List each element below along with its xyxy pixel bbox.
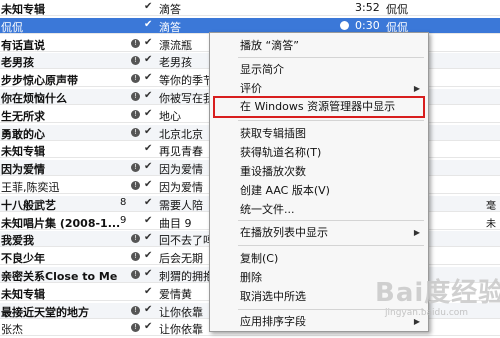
duration-cell: 0:30 xyxy=(355,18,380,32)
album-cell: 老男孩 xyxy=(1,56,34,70)
checkmark-icon[interactable]: ✔ xyxy=(144,304,152,315)
menu-item-label: 复制(C) xyxy=(240,252,279,265)
menu-item-get-artwork[interactable]: 获取专辑插图 xyxy=(210,125,428,143)
checkmark-icon[interactable]: ✔ xyxy=(144,197,152,208)
menu-item-label: 播放 “滴答” xyxy=(240,39,299,52)
menu-item-label: 显示简介 xyxy=(240,63,284,76)
info-circle-icon: ! xyxy=(131,181,140,190)
album-cell: 未知唱片集 (2008-1... xyxy=(1,216,121,230)
checkmark-icon[interactable]: ✔ xyxy=(144,1,152,12)
menu-separator xyxy=(238,220,424,221)
album-cell: 未知专辑 xyxy=(1,287,45,301)
info-circle-icon: ! xyxy=(131,74,140,84)
checkmark-icon[interactable]: ✔ xyxy=(144,19,152,30)
highlight-box xyxy=(213,96,425,118)
menu-item-label: 获取专辑插图 xyxy=(240,127,306,140)
checkmark-icon[interactable]: ✔ xyxy=(144,321,152,332)
album-cell: 步步惊心原声带 xyxy=(1,74,78,88)
artist-cell: 侃侃 xyxy=(386,3,408,16)
info-circle-icon: ! xyxy=(131,252,140,262)
checkmark-icon[interactable]: ✔ xyxy=(144,37,152,48)
menu-item-get-info[interactable]: 显示简介 xyxy=(210,61,428,79)
info-circle-icon: ! xyxy=(131,56,140,66)
watermark-url: jingyan.baidu.com xyxy=(385,308,469,318)
album-cell: 因为爱情 xyxy=(1,163,45,177)
menu-item-label: 删除 xyxy=(240,271,262,284)
duration-cell: 3:52 xyxy=(355,1,380,14)
album-cell: 勇敢的心 xyxy=(1,127,45,141)
album-cell: 亲密关系Close to Me xyxy=(1,270,118,283)
menu-item-show-in-playlist[interactable]: 在播放列表中显示 ▶ xyxy=(210,224,428,242)
menu-item-get-track-names[interactable]: 获得轨道名称(T) xyxy=(210,144,428,162)
track-number: 9 xyxy=(120,214,127,226)
menu-item-reset-plays[interactable]: 重设播放次数 xyxy=(210,163,428,181)
album-cell: 未知专辑 xyxy=(1,145,45,159)
menu-item-label: 统一文件... xyxy=(240,203,295,216)
album-cell: 最接近天堂的地方 xyxy=(1,305,89,319)
menu-item-label: 应用排序字段 xyxy=(240,315,306,328)
album-cell: 不良少年 xyxy=(1,252,45,266)
checkmark-icon[interactable]: ✔ xyxy=(144,161,152,172)
info-circle-icon: ! xyxy=(131,305,140,315)
menu-item-label: 创建 AAC 版本(V) xyxy=(240,184,330,197)
menu-separator xyxy=(238,245,424,246)
album-cell: 有话直说 xyxy=(1,38,45,52)
album-cell: 未知专辑 xyxy=(1,3,45,16)
menu-item-consolidate[interactable]: 统一文件... xyxy=(210,201,428,219)
checkmark-icon[interactable]: ✔ xyxy=(144,250,152,261)
checkmark-icon[interactable]: ✔ xyxy=(144,286,152,297)
album-cell: 我爱我 xyxy=(1,234,34,248)
menu-item-label: 重设播放次数 xyxy=(240,165,306,178)
checkmark-icon[interactable]: ✔ xyxy=(144,90,152,101)
album-cell: 生无所求 xyxy=(1,109,45,123)
song-name-cell: 滴答 xyxy=(159,3,181,16)
track-row[interactable]: 未知专辑 ✔ 滴答 3:52 侃侃 xyxy=(0,0,500,16)
info-circle-icon: ! xyxy=(131,92,140,101)
checkmark-icon[interactable]: ✔ xyxy=(144,72,152,83)
menu-separator xyxy=(238,57,424,58)
track-number: 8 xyxy=(120,196,127,208)
menu-separator xyxy=(238,120,424,121)
play-arrow-icon[interactable]: ▶ xyxy=(340,20,349,30)
menu-item-label: 在播放列表中显示 xyxy=(240,226,328,239)
info-circle-icon: ! xyxy=(131,127,140,137)
album-cell: 张杰 xyxy=(1,323,23,337)
extra-cell: 毫 xyxy=(486,200,496,212)
watermark-text: Bai度经验 xyxy=(375,278,500,308)
checkmark-icon[interactable]: ✔ xyxy=(144,108,152,119)
checkmark-icon[interactable]: ✔ xyxy=(144,126,152,137)
menu-item-create-aac[interactable]: 创建 AAC 版本(V) xyxy=(210,182,428,200)
baidu-watermark: Bai度经验 jingyan.baidu.com xyxy=(375,258,500,328)
extra-cell: 未 xyxy=(486,218,496,230)
menu-item-label: 取消选中所选 xyxy=(240,290,306,303)
album-cell: 侃侃 xyxy=(1,20,23,34)
checkmark-icon[interactable]: ✔ xyxy=(144,179,152,190)
info-circle-icon: ! xyxy=(131,270,140,279)
info-circle-icon: ! xyxy=(131,163,140,173)
chevron-right-icon: ▶ xyxy=(413,228,420,237)
menu-item-play[interactable]: 播放 “滴答” xyxy=(210,37,428,55)
checkmark-icon[interactable]: ✔ xyxy=(144,232,152,243)
album-cell: 你在烦恼什么 xyxy=(1,92,67,105)
menu-item-label: 获得轨道名称(T) xyxy=(240,146,322,159)
checkmark-icon[interactable]: ✔ xyxy=(144,215,152,226)
checkmark-icon[interactable]: ✔ xyxy=(144,54,152,65)
checkmark-icon[interactable]: ✔ xyxy=(144,143,152,154)
info-circle-icon: ! xyxy=(131,323,140,333)
info-circle-icon: ! xyxy=(131,38,140,48)
info-circle-icon: ! xyxy=(131,109,140,119)
album-cell: 十八般武艺 xyxy=(1,198,56,212)
album-cell: 王菲,陈奕迅 xyxy=(1,181,60,194)
info-circle-icon: ! xyxy=(131,234,140,244)
checkmark-icon[interactable]: ✔ xyxy=(144,268,152,279)
